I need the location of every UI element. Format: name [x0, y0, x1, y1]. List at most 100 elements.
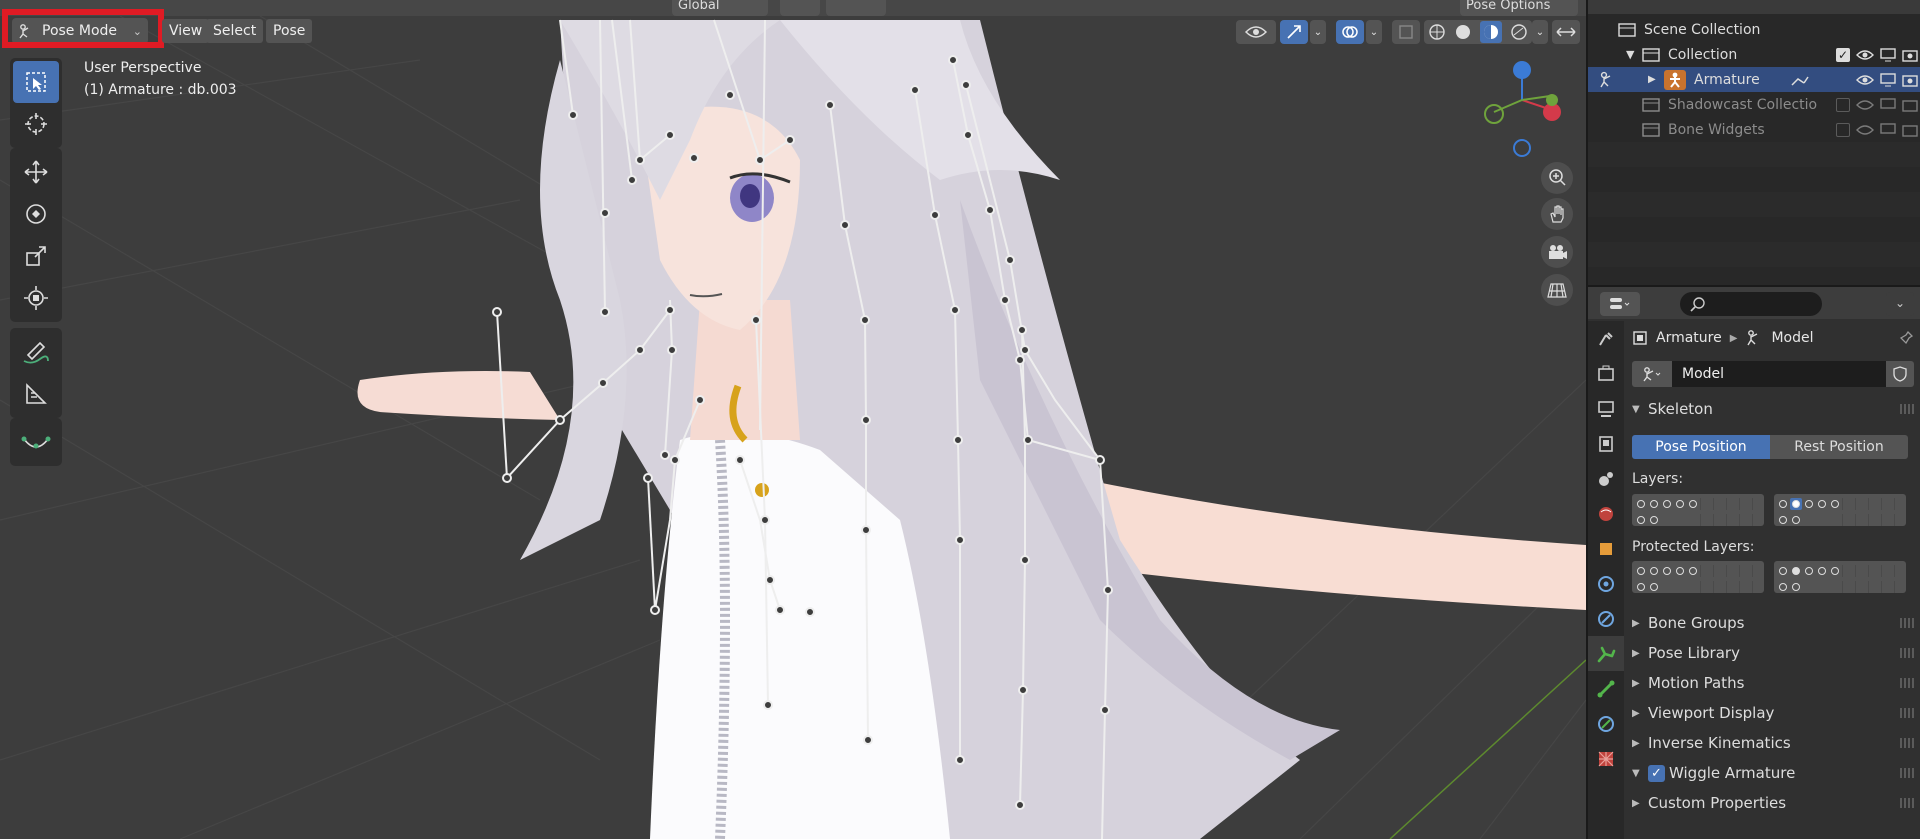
camera-view-button[interactable]	[1541, 236, 1573, 268]
layer-cell[interactable]	[1777, 498, 1789, 510]
layer-cell[interactable]	[1855, 581, 1867, 593]
eye-icon[interactable]	[1856, 124, 1874, 136]
fake-user-button[interactable]	[1886, 361, 1914, 387]
drag-grip-icon[interactable]	[1900, 678, 1914, 688]
scale-tool[interactable]	[13, 235, 59, 277]
rendered-shading-icon[interactable]	[1510, 23, 1528, 41]
layer-cell[interactable]	[1674, 498, 1686, 510]
layer-cell[interactable]	[1881, 514, 1893, 526]
layers-grid-left[interactable]	[1632, 494, 1764, 526]
measure-tool[interactable]	[13, 373, 59, 415]
layer-cell[interactable]	[1842, 514, 1854, 526]
layer-cell[interactable]	[1790, 581, 1802, 593]
layer-cell[interactable]	[1713, 565, 1725, 577]
layer-cell[interactable]	[1635, 498, 1647, 510]
layer-cell[interactable]	[1635, 514, 1647, 526]
viewport-display-panel-header[interactable]: ▶ Viewport Display	[1632, 702, 1914, 724]
layer-cell[interactable]	[1648, 514, 1660, 526]
layer-cell[interactable]	[1752, 565, 1764, 577]
layer-cell[interactable]	[1674, 581, 1686, 593]
layers-grid-right[interactable]	[1774, 494, 1906, 526]
3d-viewport[interactable]: Global Pose Options Pose Mode ⌄ View Sel…	[0, 0, 1586, 839]
rest-position-button[interactable]: Rest Position	[1770, 435, 1908, 459]
camera-icon[interactable]	[1902, 48, 1918, 62]
tab-armature-data[interactable]	[1588, 636, 1624, 671]
layer-cell[interactable]	[1842, 581, 1854, 593]
layer-cell[interactable]	[1739, 581, 1751, 593]
expand-triangle-icon[interactable]: ▼	[1626, 48, 1634, 61]
gizmo-dropdown[interactable]: ⌄	[1310, 20, 1326, 44]
layer-cell[interactable]	[1700, 581, 1712, 593]
drag-grip-icon[interactable]	[1900, 798, 1914, 808]
layer-cell[interactable]	[1790, 565, 1802, 577]
zoom-button[interactable]	[1541, 162, 1573, 194]
layer-cell[interactable]	[1829, 514, 1841, 526]
layer-cell[interactable]	[1842, 498, 1854, 510]
tab-modifiers[interactable]	[1588, 566, 1624, 601]
layer-cell[interactable]	[1803, 565, 1815, 577]
layer-cell[interactable]	[1661, 565, 1673, 577]
layer-cell[interactable]	[1661, 514, 1673, 526]
layer-cell[interactable]	[1648, 565, 1660, 577]
drag-grip-icon[interactable]	[1900, 738, 1914, 748]
layer-cell[interactable]	[1868, 581, 1880, 593]
tab-texture[interactable]	[1588, 741, 1624, 776]
layer-cell[interactable]	[1855, 498, 1867, 510]
drag-grip-icon[interactable]	[1900, 708, 1914, 718]
layer-cell[interactable]	[1868, 514, 1880, 526]
layer-cell[interactable]	[1713, 514, 1725, 526]
shading-dropdown[interactable]: ⌄	[1532, 20, 1548, 44]
tab-world[interactable]	[1588, 496, 1624, 531]
layer-cell[interactable]	[1816, 565, 1828, 577]
layer-cell[interactable]	[1894, 498, 1906, 510]
drag-grip-icon[interactable]	[1900, 648, 1914, 658]
drag-grip-icon[interactable]	[1900, 768, 1914, 778]
xray-toggle[interactable]	[1392, 20, 1420, 44]
tab-object[interactable]	[1588, 531, 1624, 566]
wireframe-shading-icon[interactable]	[1428, 23, 1446, 41]
layer-cell[interactable]	[1674, 565, 1686, 577]
layer-cell[interactable]	[1829, 581, 1841, 593]
overlay-toggle[interactable]	[1336, 20, 1364, 44]
camera-icon[interactable]	[1902, 123, 1918, 137]
view-menu[interactable]: View	[162, 19, 210, 43]
layer-cell[interactable]	[1816, 581, 1828, 593]
layer-cell[interactable]	[1881, 565, 1893, 577]
armature-datablock[interactable]: Model	[1632, 361, 1914, 387]
eye-icon[interactable]	[1856, 99, 1874, 111]
outliner-row-scene-collection[interactable]: Scene Collection	[1588, 17, 1920, 42]
layer-cell[interactable]	[1816, 498, 1828, 510]
custom-properties-panel-header[interactable]: ▶ Custom Properties	[1632, 792, 1914, 814]
sidebar-toggle[interactable]	[1552, 20, 1580, 44]
layer-cell[interactable]	[1868, 498, 1880, 510]
solid-shading-icon[interactable]	[1454, 23, 1472, 41]
layer-cell[interactable]	[1739, 565, 1751, 577]
proportional-edit-icon[interactable]	[826, 0, 886, 16]
properties-search-field[interactable]	[1680, 292, 1822, 316]
tab-scene[interactable]	[1588, 461, 1624, 496]
layer-cell[interactable]	[1648, 498, 1660, 510]
tab-bone[interactable]	[1588, 671, 1624, 706]
layer-cell[interactable]	[1726, 498, 1738, 510]
camera-icon[interactable]	[1902, 73, 1918, 87]
tab-physics[interactable]	[1588, 601, 1624, 636]
layer-cell[interactable]	[1674, 514, 1686, 526]
overlay-dropdown[interactable]: ⌄	[1366, 20, 1382, 44]
eye-icon[interactable]	[1856, 49, 1874, 61]
monitor-icon[interactable]	[1880, 97, 1896, 112]
pose-options-dropdown[interactable]: Pose Options	[1460, 0, 1578, 16]
move-tool[interactable]	[13, 151, 59, 193]
skeleton-panel-header[interactable]: ▼ Skeleton	[1632, 398, 1914, 420]
rotate-tool[interactable]	[13, 193, 59, 235]
layer-cell[interactable]	[1881, 498, 1893, 510]
wiggle-armature-checkbox[interactable]: ✓	[1648, 764, 1665, 782]
layer-cell[interactable]	[1803, 498, 1815, 510]
layer-cell[interactable]	[1842, 565, 1854, 577]
layer-cell[interactable]	[1700, 565, 1712, 577]
layer-cell[interactable]	[1790, 498, 1802, 510]
monitor-icon[interactable]	[1880, 122, 1896, 137]
protected-layers-grid-right[interactable]	[1774, 561, 1906, 593]
transform-tool[interactable]	[13, 277, 59, 319]
layer-cell[interactable]	[1816, 514, 1828, 526]
layer-cell[interactable]	[1752, 514, 1764, 526]
